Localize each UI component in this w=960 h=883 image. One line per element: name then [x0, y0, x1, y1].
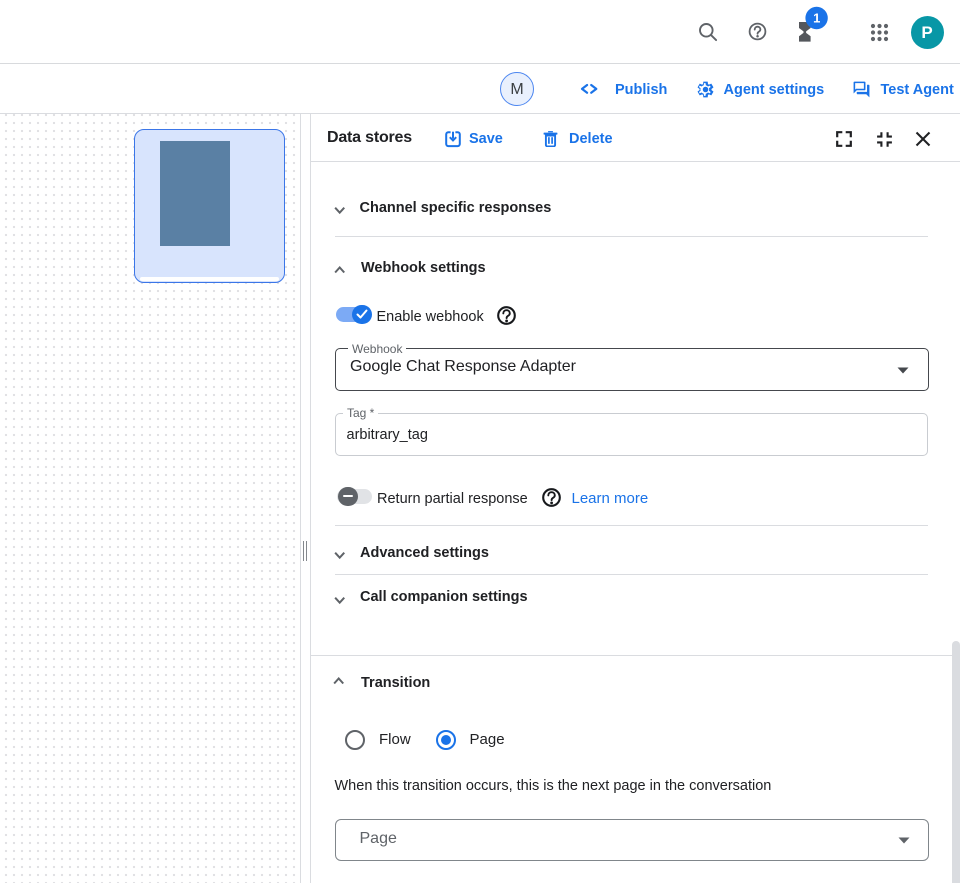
svg-text:1: 1: [813, 11, 820, 26]
